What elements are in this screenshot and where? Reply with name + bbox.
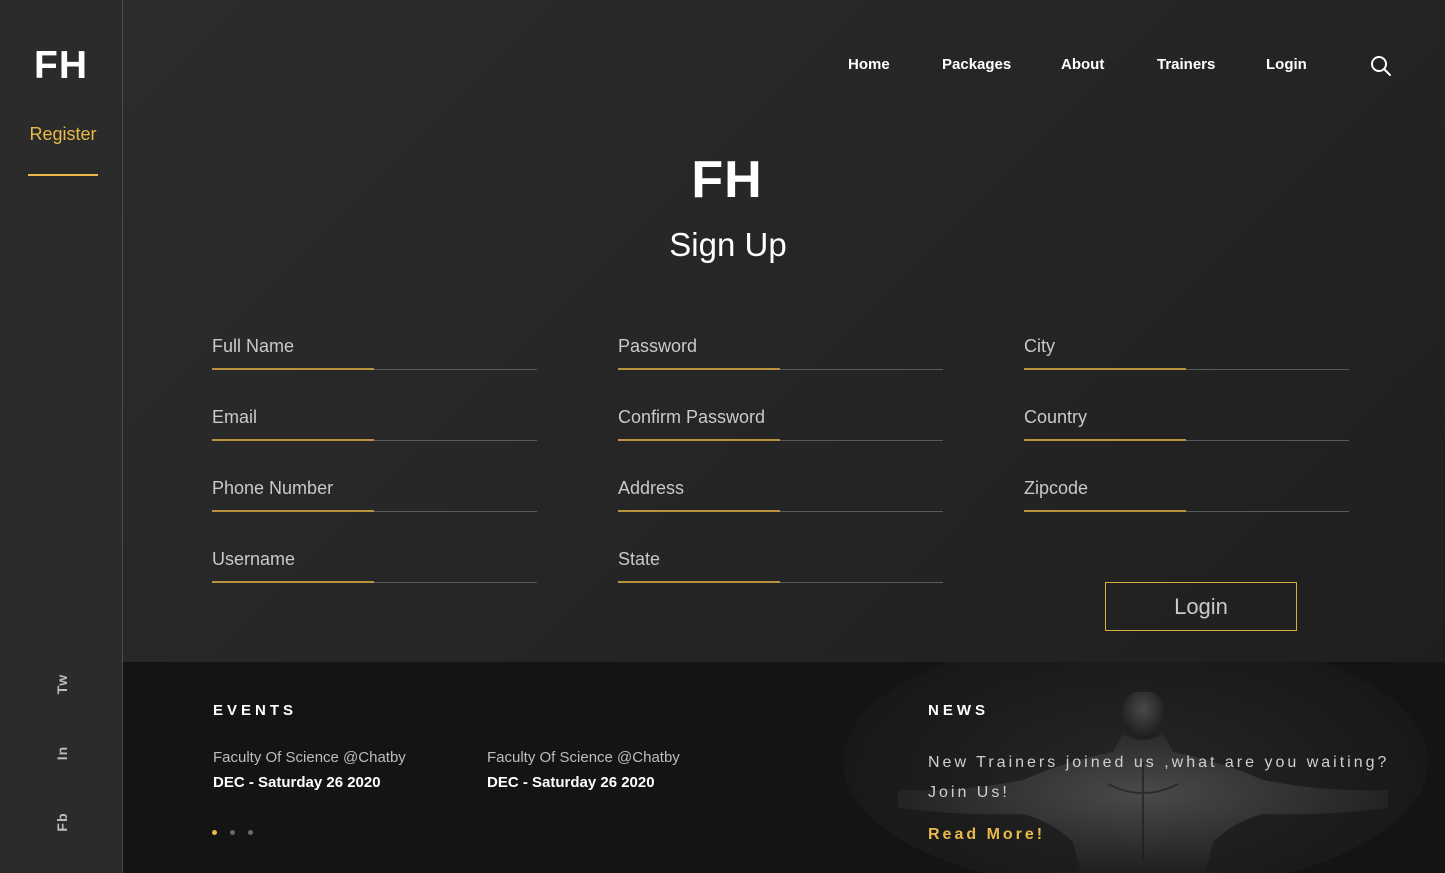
field-label: Country [1024,407,1088,427]
field-underline-accent [212,581,374,583]
email-field[interactable]: Email [212,407,537,443]
field-label: Username [212,549,296,569]
sidebar-register-link[interactable]: Register [28,124,98,145]
read-more-link[interactable]: Read More! [928,826,1045,844]
field-underline-accent [212,510,374,512]
field-label: Confirm Password [618,407,766,427]
field-label: Full Name [212,336,295,356]
facebook-link[interactable]: Fb [48,808,76,836]
event-item[interactable]: Faculty Of Science @Chatby DEC - Saturda… [213,749,406,791]
full-name-field[interactable]: Full Name [212,336,537,372]
news-heading: NEWS [928,702,989,719]
field-label: Zipcode [1024,478,1089,498]
search-icon[interactable] [1369,54,1393,78]
events-heading: EVENTS [213,702,298,719]
login-button[interactable]: Login [1105,582,1297,631]
nav-home[interactable]: Home [848,56,890,73]
sidebar: FH Register Tw In Fb [0,0,123,873]
field-label: City [1024,336,1055,356]
event-item[interactable]: Faculty Of Science @Chatby DEC - Saturda… [487,749,680,791]
phone-number-field[interactable]: Phone Number [212,478,537,514]
field-label: Email [212,407,258,427]
nav-login[interactable]: Login [1266,56,1307,73]
field-underline-accent [1024,510,1186,512]
linkedin-link[interactable]: In [48,739,76,767]
zipcode-field[interactable]: Zipcode [1024,478,1349,514]
state-field[interactable]: State [618,549,943,585]
page-title: Sign Up [669,226,787,263]
brand-title: FH [691,151,763,209]
address-field[interactable]: Address [618,478,943,514]
news-text: New Trainers joined us ,what are you wai… [928,754,1390,801]
confirm-password-field[interactable]: Confirm Password [618,407,943,443]
field-underline-accent [1024,439,1186,441]
country-field[interactable]: Country [1024,407,1349,443]
carousel-dot[interactable] [230,830,235,835]
footer: EVENTS Faculty Of Science @Chatby DEC - … [123,662,1445,873]
event-date: DEC - Saturday 26 2020 [213,774,381,791]
nav-trainers[interactable]: Trainers [1157,56,1215,73]
twitter-link[interactable]: Tw [48,670,76,698]
field-underline-accent [212,439,374,441]
password-field[interactable]: Password [618,336,943,372]
event-place: Faculty Of Science @Chatby [213,749,406,766]
field-label: State [618,549,661,569]
nav-about[interactable]: About [1061,56,1104,73]
main-content: Home Packages About Trainers Login FH Si… [123,0,1445,662]
nav-packages[interactable]: Packages [942,56,1011,73]
event-place: Faculty Of Science @Chatby [487,749,680,766]
field-label: Password [618,336,698,356]
field-underline-accent [618,368,780,370]
field-underline-accent [618,439,780,441]
username-field[interactable]: Username [212,549,537,585]
carousel-dot[interactable] [248,830,253,835]
field-label: Phone Number [212,478,334,498]
register-active-underline [28,174,98,176]
field-label: Address [618,478,685,498]
carousel-dot[interactable] [212,830,217,835]
field-underline-accent [212,368,374,370]
event-date: DEC - Saturday 26 2020 [487,774,655,791]
field-underline-accent [1024,368,1186,370]
field-underline-accent [618,581,780,583]
sidebar-logo[interactable]: FH [0,44,122,88]
city-field[interactable]: City [1024,336,1349,372]
top-nav: Home Packages About Trainers Login [123,56,1445,78]
field-underline-accent [618,510,780,512]
